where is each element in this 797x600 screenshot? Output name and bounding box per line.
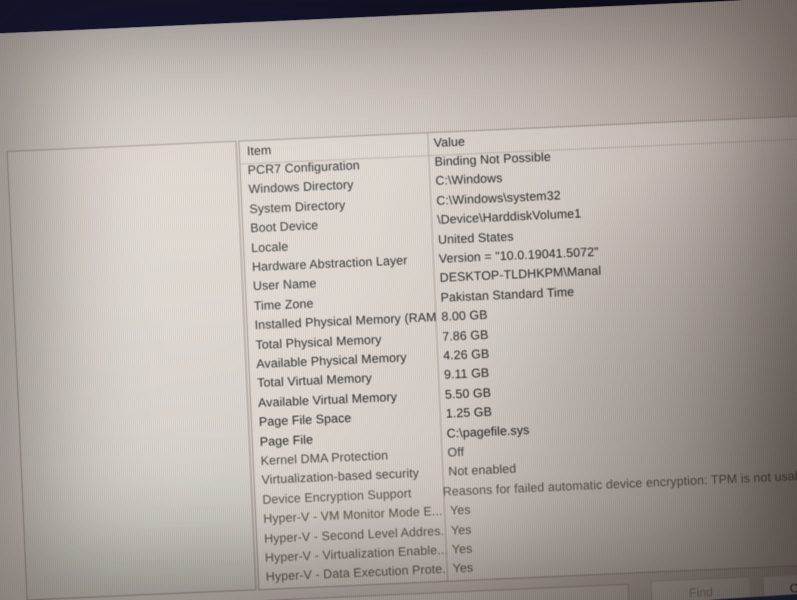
row-value: 8.00 GB — [441, 307, 488, 324]
row-value: 9.11 GB — [443, 366, 490, 383]
column-header-value[interactable]: Value — [427, 134, 465, 150]
row-value: C:\Windows — [435, 171, 503, 189]
row-value: Yes — [451, 541, 473, 557]
find-button[interactable]: Find — [650, 576, 752, 600]
category-tree-pane[interactable] — [6, 140, 257, 600]
details-list-pane[interactable]: Item Value PCR7 Configuration Binding No… — [238, 112, 797, 591]
photographed-screen: Item Value PCR7 Configuration Binding No… — [0, 0, 797, 600]
row-value: Yes — [452, 560, 474, 576]
row-value: C:\pagefile.sys — [446, 422, 530, 441]
system-information-window: Item Value PCR7 Configuration Binding No… — [0, 43, 797, 600]
row-value: Off — [447, 444, 465, 460]
details-rows: Item Value PCR7 Configuration Binding No… — [239, 114, 797, 587]
row-value: 1.25 GB — [445, 404, 493, 421]
row-value: 5.50 GB — [444, 385, 492, 402]
row-value: 7.86 GB — [442, 327, 489, 344]
lcd-screen-surface: Item Value PCR7 Configuration Binding No… — [0, 0, 797, 600]
row-value: Yes — [450, 522, 472, 538]
row-value: United States — [437, 229, 514, 247]
row-value: Yes — [449, 502, 471, 518]
row-value: 4.26 GB — [442, 346, 490, 363]
row-value: Not enabled — [448, 461, 517, 479]
